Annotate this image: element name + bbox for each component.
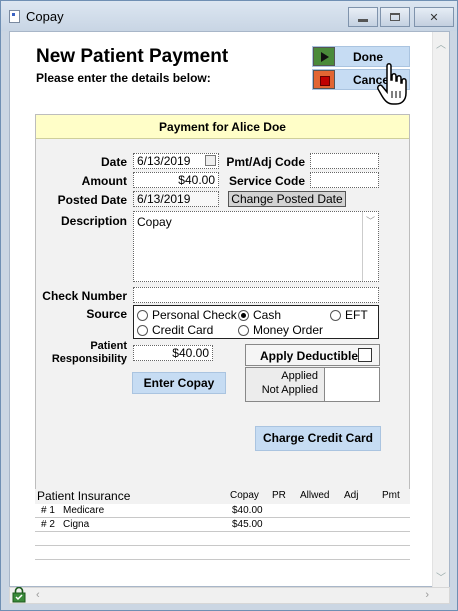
check-number-field[interactable] (133, 287, 379, 303)
date-value: 6/13/2019 (137, 154, 191, 168)
date-label: Date (100, 155, 127, 169)
insurance-row-copay: $45.00 (232, 519, 263, 530)
hand-cursor-icon (377, 63, 407, 105)
source-label: Source (86, 307, 127, 321)
insurance-row-name: Cigna (63, 519, 90, 530)
amount-value: $40.00 (178, 173, 215, 187)
maximize-button[interactable] (380, 7, 410, 27)
amount-field[interactable]: $40.00 (133, 172, 219, 188)
form-area: New Patient Payment Please enter the det… (9, 31, 450, 588)
description-label: Description (60, 214, 127, 228)
calendar-icon[interactable] (205, 155, 216, 166)
chevron-down-icon[interactable]: ﹀ (436, 569, 446, 584)
source-personal-check[interactable]: Personal Check (137, 308, 237, 322)
apply-deductible-checkbox[interactable] (358, 348, 372, 362)
insurance-row-name: Medicare (63, 505, 105, 516)
posted-date-field: 6/13/2019 (133, 191, 219, 207)
window-title: Copay (26, 9, 64, 24)
radio-icon (137, 324, 148, 336)
charge-credit-card-button[interactable]: Charge Credit Card (255, 426, 381, 451)
insurance-row-copay: $40.00 (232, 505, 263, 516)
not-applied-label: Not Applied (261, 384, 318, 396)
radio-selected-icon (238, 309, 249, 321)
posted-date-label: Posted Date (57, 193, 127, 207)
col-pmt: Pmt (382, 490, 400, 501)
title-bar[interactable]: Copay ✕ (1, 1, 457, 31)
deductible-applied-table: Applied Not Applied (245, 367, 380, 402)
patient-responsibility-label-1: Patient (90, 340, 127, 352)
radio-icon (238, 324, 249, 336)
chevron-down-icon: ﹀ (365, 216, 375, 226)
payment-panel: Payment for Alice Doe Date 6/13/2019 Amo… (35, 114, 410, 512)
col-copay: Copay (230, 490, 259, 501)
insurance-row-num: # 2 (41, 519, 55, 530)
description-scrollbar[interactable]: ﹀ (362, 212, 378, 281)
lock-icon (12, 587, 26, 603)
patient-responsibility-value: $40.00 (172, 346, 209, 360)
maximize-icon (390, 13, 400, 21)
applied-label-cell: Applied Not Applied (246, 368, 325, 401)
insurance-row-empty[interactable] (35, 532, 410, 546)
insurance-row[interactable]: # 2 Cigna $45.00 (35, 518, 410, 532)
col-adj: Adj (344, 490, 359, 501)
app-icon (9, 10, 20, 23)
source-money-order[interactable]: Money Order (238, 323, 323, 337)
description-value: Copay (137, 215, 172, 229)
pmt-adj-code-label: Pmt/Adj Code (226, 155, 305, 169)
minimize-icon (358, 18, 368, 22)
insurance-row-empty[interactable] (35, 546, 410, 560)
service-code-field[interactable] (310, 172, 379, 188)
stop-icon (313, 70, 335, 89)
applied-label: Applied (281, 370, 318, 382)
amount-label: Amount (81, 174, 127, 188)
minimize-button[interactable] (348, 7, 378, 27)
source-credit-card[interactable]: Credit Card (137, 323, 213, 337)
play-icon (313, 47, 335, 66)
insurance-row[interactable]: # 1 Medicare $40.00 (35, 504, 410, 518)
insurance-header: Patient Insurance Copay PR Allwed Adj Pm… (35, 489, 410, 504)
pmt-adj-code-field[interactable] (310, 153, 379, 169)
chevron-up-icon[interactable]: ︿ (436, 36, 446, 51)
insurance-title: Patient Insurance (37, 489, 131, 503)
source-radio-group: Personal Check Cash EFT Credit Card Mone… (133, 305, 379, 339)
source-eft[interactable]: EFT (330, 308, 368, 322)
apply-deductible-label: Apply Deductible (260, 349, 359, 363)
enter-copay-button[interactable]: Enter Copay (132, 372, 226, 394)
change-posted-date-button[interactable]: Change Posted Date (228, 191, 346, 207)
insurance-row-num: # 1 (41, 505, 55, 516)
apply-deductible-box: Apply Deductible (245, 344, 380, 366)
radio-icon (330, 309, 341, 321)
patient-responsibility-label-2: Responsibility (51, 353, 127, 365)
chevron-left-icon[interactable]: ‹ (36, 589, 40, 601)
payment-panel-title: Payment for Alice Doe (36, 115, 409, 139)
chevron-right-icon[interactable]: › (425, 589, 429, 601)
radio-icon (137, 309, 148, 321)
horizontal-scrollbar[interactable]: ‹ › (9, 587, 450, 604)
posted-date-value: 6/13/2019 (137, 192, 191, 206)
window: Copay ✕ New Patient Payment Please enter… (0, 0, 458, 611)
page-title: New Patient Payment (36, 46, 229, 67)
page-subtitle: Please enter the details below: (36, 71, 211, 85)
col-pr: PR (272, 490, 286, 501)
check-number-label: Check Number (42, 289, 127, 303)
source-cash[interactable]: Cash (238, 308, 281, 322)
close-button[interactable]: ✕ (414, 7, 454, 27)
description-field[interactable]: Copay ﹀ (133, 211, 379, 282)
col-allwed: Allwed (300, 490, 330, 501)
close-icon: ✕ (429, 11, 439, 24)
vertical-scrollbar[interactable]: ︿ ﹀ (432, 32, 449, 588)
patient-responsibility-field[interactable]: $40.00 (133, 345, 213, 361)
service-code-label: Service Code (228, 174, 305, 188)
